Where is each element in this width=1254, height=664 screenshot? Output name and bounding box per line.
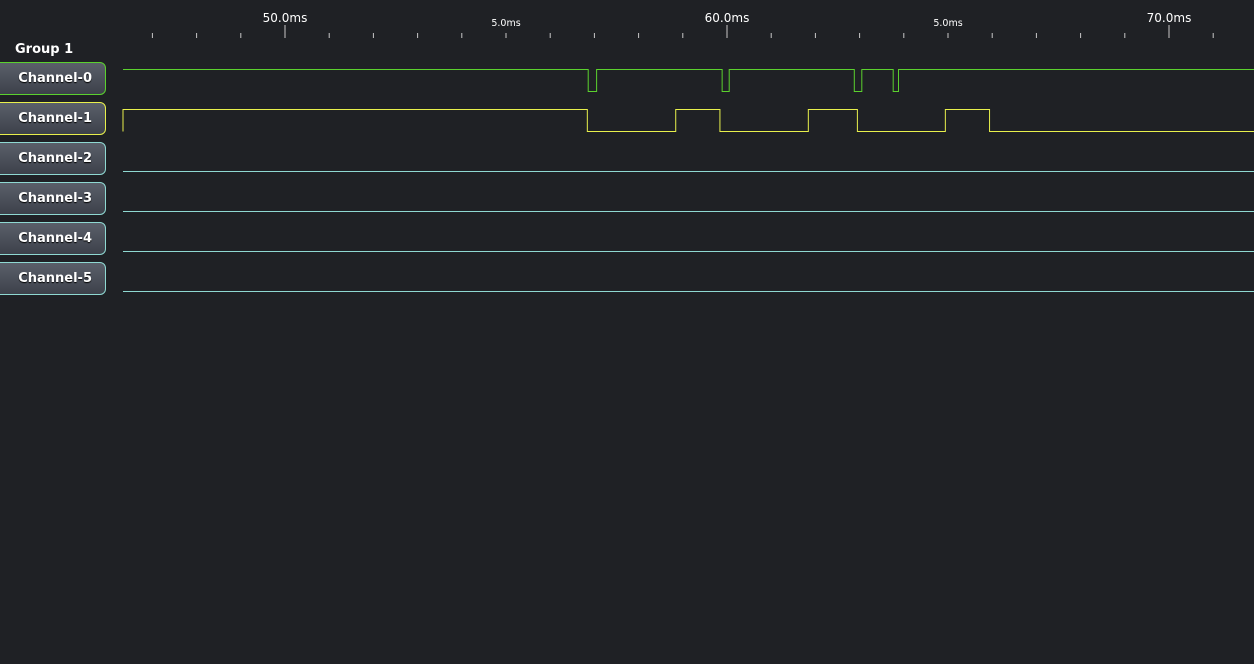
channel-2-button[interactable]: Channel-2: [0, 142, 106, 175]
waveform-area[interactable]: [0, 0, 1254, 664]
sub-tick-label: 5.0ms: [491, 18, 520, 29]
time-ruler[interactable]: 50.0ms 60.0ms 70.0ms 5.0ms 5.0ms: [0, 0, 1254, 40]
major-tick-label: 50.0ms: [263, 11, 308, 25]
channel-1-button[interactable]: Channel-1: [0, 102, 106, 135]
channel-5-button[interactable]: Channel-5: [0, 262, 106, 295]
channel-4-button[interactable]: Channel-4: [0, 222, 106, 255]
channel-1-trace: [122, 109, 1254, 132]
sub-tick-label: 5.0ms: [933, 18, 962, 29]
major-tick-label: 60.0ms: [705, 11, 750, 25]
channel-0-button[interactable]: Channel-0: [0, 62, 106, 95]
channel-0-trace: [123, 69, 1254, 92]
group-label: Group 1: [15, 42, 74, 57]
major-tick-label: 70.0ms: [1147, 11, 1192, 25]
channel-3-button[interactable]: Channel-3: [0, 182, 106, 215]
